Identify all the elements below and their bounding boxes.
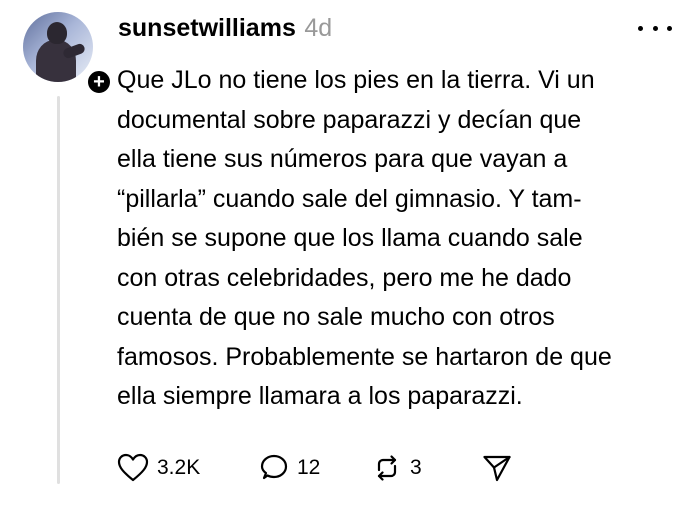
post-text-line: famosos. Probablemente se hartaron de qu… — [117, 342, 612, 371]
username[interactable]: sunsetwilliams — [118, 14, 296, 42]
follow-plus-button[interactable]: + — [85, 68, 113, 96]
avatar[interactable] — [23, 12, 93, 82]
repost-button[interactable]: 3 — [372, 451, 422, 485]
more-dot-icon — [638, 25, 643, 31]
post-text-line: Que JLo no tiene los pies en la tierra. … — [117, 66, 595, 94]
avatar-container[interactable]: + — [23, 12, 113, 96]
post-text-line: cuenta de que no sale mucho con otros — [117, 303, 555, 331]
post-text-line: bién se supone que los llama cuando sale — [117, 224, 583, 252]
share-button[interactable] — [482, 451, 512, 485]
action-bar: 3.2K 12 3 — [117, 451, 537, 485]
more-options-button[interactable] — [638, 18, 672, 38]
post-header: sunsetwilliams 4d — [118, 14, 332, 44]
heart-icon — [117, 453, 149, 483]
more-dot-icon — [652, 25, 658, 31]
like-count: 3.2K — [157, 456, 201, 479]
post-text-line: con otras celebridades, pero me he dado — [117, 263, 572, 292]
speech-bubble-icon — [259, 453, 289, 483]
thread-line — [57, 96, 60, 484]
post-text-line: documental sobre paparazzi y decían que — [117, 105, 582, 134]
timestamp[interactable]: 4d — [304, 14, 332, 42]
repost-icon — [372, 453, 402, 483]
reply-count: 12 — [297, 456, 321, 479]
reply-button[interactable]: 12 — [259, 451, 320, 485]
more-dot-icon — [667, 25, 672, 31]
avatar-figure-head — [47, 22, 67, 44]
repost-count: 3 — [410, 456, 422, 479]
post-text-line: “pillarla” cuando sale del gimnasio. Y t… — [117, 184, 582, 213]
post-text-line: ella tiene sus números para que vayan a — [117, 145, 568, 173]
post-body: Que JLo no tiene los pies en la tierra. … — [117, 61, 687, 417]
post: + sunsetwilliams 4d Que JLo no tiene los… — [0, 0, 700, 512]
like-button[interactable]: 3.2K — [117, 451, 200, 485]
post-text-line: ella siempre llamara a los paparazzi. — [117, 382, 523, 410]
send-icon — [482, 453, 512, 483]
